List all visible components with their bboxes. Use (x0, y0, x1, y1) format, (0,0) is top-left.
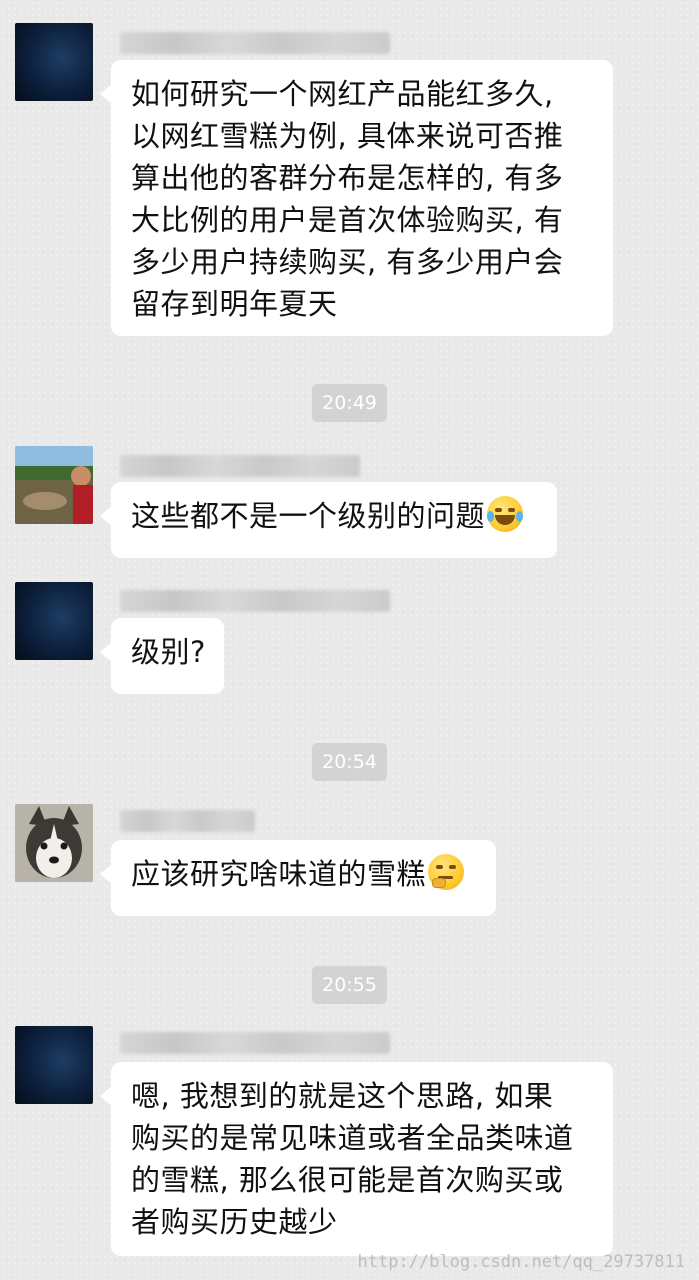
message-bubble[interactable]: 级别? (100, 618, 224, 694)
message-line: 以网红雪糕为例, 具体来说可否推 (131, 119, 564, 153)
message-line: 大比例的用户是首次体验购买, 有 (131, 203, 564, 237)
contact-avatar[interactable] (15, 1026, 93, 1104)
sender-name-blurred (120, 590, 390, 612)
message-bubble[interactable]: 如何研究一个网红产品能红多久, 以网红雪糕为例, 具体来说可否推 算出他的客群分… (100, 60, 613, 336)
message-line: 留存到明年夏天 (131, 287, 338, 321)
sender-name-blurred (120, 810, 255, 832)
timestamp: 20:55 (312, 966, 387, 1004)
message-line: 的雪糕, 那么很可能是首次购买或 (131, 1163, 564, 1197)
message-bubble[interactable]: 应该研究啥味道的雪糕 (100, 840, 496, 916)
husky-dog-avatar[interactable] (15, 804, 93, 882)
contact-avatar[interactable] (15, 582, 93, 660)
timestamp: 20:54 (312, 743, 387, 781)
thinking-emoji-icon (428, 854, 465, 890)
message-bubble[interactable]: 嗯, 我想到的就是这个思路, 如果 购买的是常见味道或者全品类味道 的雪糕, 那… (100, 1062, 613, 1256)
message-line: 多少用户持续购买, 有多少用户会 (131, 245, 564, 279)
watermark: http://blog.csdn.net/qq_29737811 (357, 1252, 685, 1272)
man-photo-avatar[interactable] (15, 446, 93, 524)
message-line: 购买的是常见味道或者全品类味道 (131, 1121, 574, 1155)
laughing-tears-emoji-icon (487, 496, 524, 532)
sender-name-blurred (120, 1032, 390, 1054)
message-line: 算出他的客群分布是怎样的, 有多 (131, 161, 564, 195)
message-text: 应该研究啥味道的雪糕 (131, 857, 427, 891)
sender-name-blurred (120, 455, 360, 477)
sender-name-blurred (120, 32, 390, 54)
message-line: 者购买历史越少 (131, 1205, 338, 1239)
message-bubble[interactable]: 这些都不是一个级别的问题 (100, 482, 557, 558)
timestamp: 20:49 (312, 384, 387, 422)
contact-avatar[interactable] (15, 23, 93, 101)
message-line: 嗯, 我想到的就是这个思路, 如果 (131, 1079, 554, 1113)
message-line: 如何研究一个网红产品能红多久, (131, 77, 554, 111)
message-text: 级别? (131, 635, 206, 669)
message-text: 这些都不是一个级别的问题 (131, 499, 486, 533)
